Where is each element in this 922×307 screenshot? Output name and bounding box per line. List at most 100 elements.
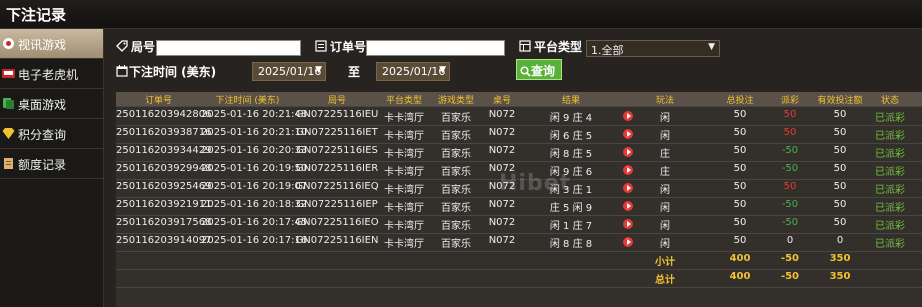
slot-machine-icon	[2, 69, 15, 78]
cell-total-bet: 50	[733, 109, 747, 120]
cell-game-type: 百家乐	[441, 185, 471, 196]
payout-sum: -50	[780, 271, 800, 282]
sidebar-item-slots[interactable]: 电子老虎机	[0, 59, 103, 89]
play-video-icon[interactable]	[623, 165, 633, 175]
cell-bet-time: 2025-01-16 20:17:16	[201, 235, 308, 246]
poker-chip-icon	[3, 38, 14, 49]
col-header-status: 状态	[880, 96, 899, 106]
platform-label: 平台类型	[534, 40, 583, 54]
cell-payout: 50	[783, 127, 797, 138]
cell-total-bet: 50	[733, 199, 747, 210]
play-video-icon[interactable]	[623, 147, 633, 157]
cell-bet-type: 闲	[660, 239, 670, 250]
col-header-bet-type: 玩法	[655, 96, 674, 106]
date-to-select[interactable]: 2025/01/16 ▼	[376, 62, 450, 81]
bet-time-label: 下注时间 (美东)	[129, 65, 217, 79]
play-video-icon[interactable]	[623, 219, 633, 229]
cell-bet-time: 2025-01-16 20:19:50	[201, 163, 308, 174]
cell-status: 已派彩	[875, 113, 905, 124]
sidebar-item-live-games[interactable]: 视讯游戏	[0, 29, 103, 59]
total-label: 总计	[655, 275, 675, 286]
chevron-down-icon: ▼	[439, 65, 446, 75]
cell-order-id: 250116203925469	[116, 181, 212, 192]
total-bet-sum: 400	[729, 271, 751, 282]
cell-valid-bet: 50	[833, 127, 847, 138]
main-content: 局号 订单号 平台类型 1.全部 ▼ 下注时间 (美东) 2025/01/16 …	[104, 29, 922, 307]
cell-bet-type: 庄	[660, 167, 670, 178]
cell-result: 闲 6 庄 5	[549, 131, 593, 142]
cell-total-bet: 50	[733, 163, 747, 174]
cell-status: 已派彩	[875, 131, 905, 142]
order-input[interactable]	[366, 40, 505, 56]
cell-status: 已派彩	[875, 167, 905, 178]
play-video-icon[interactable]	[623, 183, 633, 193]
platform-select-value: 1.全部	[591, 44, 624, 57]
cell-table-no: N072	[488, 217, 516, 228]
subtotal-row: 小计 400 -50 350	[116, 251, 922, 270]
query-button[interactable]: 查询	[516, 59, 562, 80]
cell-platform: 卡卡湾厅	[384, 203, 424, 214]
cell-total-bet: 50	[733, 127, 747, 138]
cell-round-id: GN07225116IEQ	[295, 181, 379, 192]
cell-payout: -50	[781, 217, 799, 228]
cell-table-no: N072	[488, 199, 516, 210]
cell-result: 闲 1 庄 7	[549, 221, 593, 232]
sidebar-item-label: 视讯游戏	[18, 38, 67, 52]
cell-bet-type: 闲	[660, 221, 670, 232]
watermark-logo: Hibet	[499, 171, 572, 196]
cell-status: 已派彩	[875, 149, 905, 160]
cell-game-type: 百家乐	[441, 149, 471, 160]
sidebar-item-points[interactable]: 积分查询	[0, 119, 103, 149]
cell-status: 已派彩	[875, 185, 905, 196]
play-video-icon[interactable]	[623, 237, 633, 247]
cell-round-id: GN07225116IEO	[295, 217, 379, 228]
cell-bet-time: 2025-01-16 20:19:07	[201, 181, 308, 192]
col-header-payout: 派彩	[780, 96, 799, 106]
table-row: 250116203938716 2025-01-16 20:21:10 GN0722…	[116, 125, 922, 144]
cell-payout: 50	[783, 109, 797, 120]
cell-game-type: 百家乐	[441, 131, 471, 142]
round-input[interactable]	[156, 40, 301, 56]
cell-bet-time: 2025-01-16 20:17:45	[201, 217, 308, 228]
col-header-result: 结果	[561, 96, 580, 106]
cell-round-id: GN07225116IER	[295, 163, 379, 174]
cell-order-id: 250116203938716	[116, 127, 212, 138]
cell-bet-time: 2025-01-16 20:21:48	[201, 109, 308, 120]
cell-total-bet: 50	[733, 217, 747, 228]
cell-valid-bet: 50	[833, 145, 847, 156]
cell-result: 闲 8 庄 5	[549, 149, 593, 160]
cell-valid-bet: 0	[836, 235, 844, 246]
cell-valid-bet: 50	[833, 181, 847, 192]
cell-order-id: 250116203934429	[116, 145, 212, 156]
cell-round-id: GN07225116IEP	[296, 199, 378, 210]
cell-platform: 卡卡湾厅	[384, 185, 424, 196]
col-header-time: 下注时间 (美东)	[215, 96, 280, 106]
cell-total-bet: 50	[733, 235, 747, 246]
sidebar-item-table-games[interactable]: 桌面游戏	[0, 89, 103, 119]
platform-select[interactable]: 1.全部 ▼	[586, 40, 720, 57]
cell-platform: 卡卡湾厅	[384, 149, 424, 160]
cell-result: 庄 5 闲 9	[549, 203, 593, 214]
total-row: 总计 400 -50 350	[116, 269, 922, 288]
play-video-icon[interactable]	[623, 111, 633, 121]
cell-order-id: 250116203929948	[116, 163, 212, 174]
calendar-icon	[116, 65, 128, 77]
date-from-value: 2025/01/16	[258, 65, 322, 78]
cell-order-id: 250116203921911	[116, 199, 212, 210]
play-video-icon[interactable]	[623, 201, 633, 211]
table-row: 250116203942806 2025-01-16 20:21:48 GN0722…	[116, 107, 922, 126]
cell-status: 已派彩	[875, 239, 905, 250]
col-header-game: 游戏类型	[437, 96, 474, 106]
round-label: 局号	[131, 40, 156, 54]
cell-table-no: N072	[488, 235, 516, 246]
cell-game-type: 百家乐	[441, 203, 471, 214]
date-from-select[interactable]: 2025/01/16 ▼	[252, 62, 326, 81]
sidebar-item-credit-records[interactable]: 额度记录	[0, 149, 103, 179]
cell-game-type: 百家乐	[441, 221, 471, 232]
cell-status: 已派彩	[875, 221, 905, 232]
date-to-label: 至	[348, 65, 361, 79]
cell-order-id: 250116203914097	[116, 235, 212, 246]
table-row: 250116203917568 2025-01-16 20:17:45 GN0722…	[116, 215, 922, 234]
cell-order-id: 250116203917568	[116, 217, 212, 228]
play-video-icon[interactable]	[623, 129, 633, 139]
